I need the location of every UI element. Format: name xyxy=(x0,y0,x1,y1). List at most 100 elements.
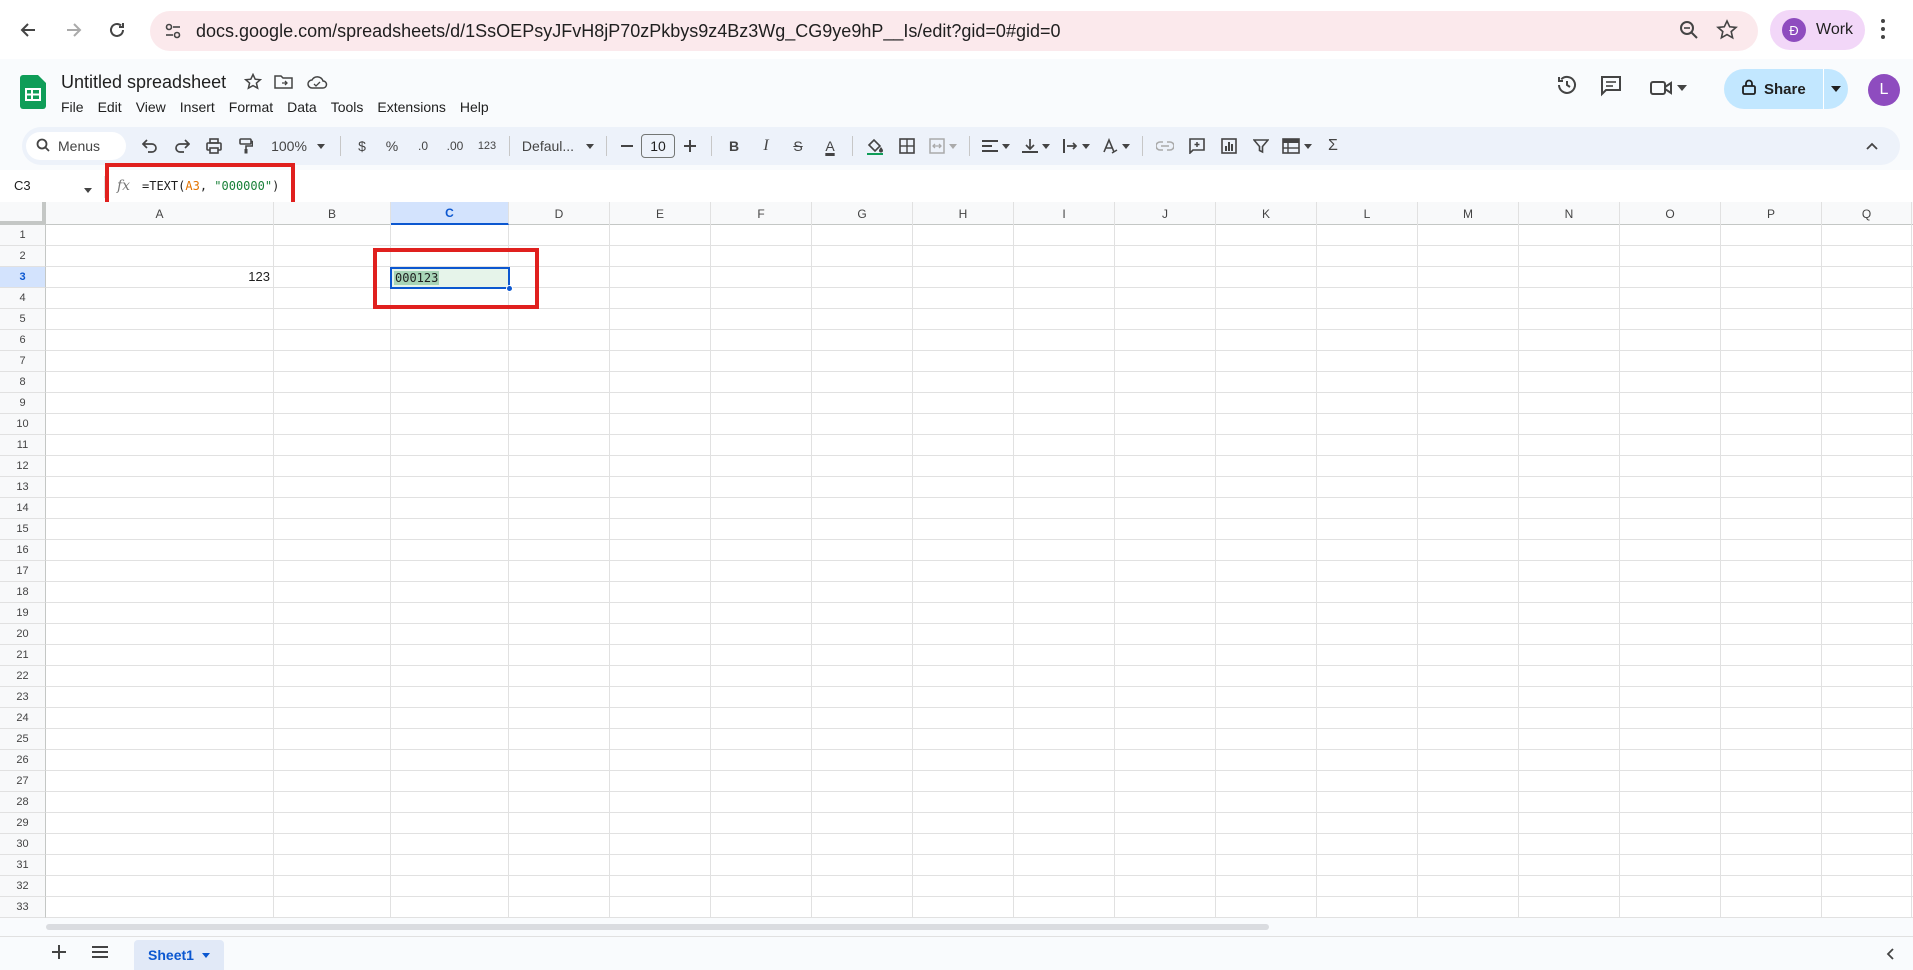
bookmark-star-icon[interactable] xyxy=(1716,19,1738,46)
row-header-17[interactable]: 17 xyxy=(0,561,46,582)
sheet-tab-dropdown-icon[interactable] xyxy=(201,952,210,958)
row-header-20[interactable]: 20 xyxy=(0,624,46,645)
add-sheet-icon[interactable] xyxy=(52,945,66,964)
strikethrough-button[interactable]: S xyxy=(782,132,814,160)
row-header-9[interactable]: 9 xyxy=(0,393,46,414)
horizontal-scrollbar[interactable] xyxy=(46,924,1269,930)
column-header-n[interactable]: N xyxy=(1519,202,1620,225)
decrease-decimal-button[interactable]: .0 xyxy=(407,132,439,160)
spreadsheet-grid[interactable]: ABCDEFGHIJKLMNOPQ 1 2 3 4 5 6 7 8 9 10 11 12 13 14 15 1… xyxy=(0,202,1913,918)
document-title[interactable]: Untitled spreadsheet xyxy=(61,72,226,93)
share-button[interactable]: Share xyxy=(1724,69,1848,109)
row-header-22[interactable]: 22 xyxy=(0,666,46,687)
zoom-select[interactable]: 100% xyxy=(262,132,334,160)
cell-a3[interactable]: 123 xyxy=(240,269,270,284)
insert-comment-icon[interactable] xyxy=(1181,132,1213,160)
cloud-saved-icon[interactable] xyxy=(306,73,328,96)
version-history-icon[interactable] xyxy=(1555,73,1579,102)
star-icon[interactable] xyxy=(243,72,263,96)
forward-icon[interactable] xyxy=(54,10,94,50)
zoom-icon[interactable] xyxy=(1678,19,1700,46)
column-header-q[interactable]: Q xyxy=(1822,202,1912,225)
menu-help[interactable]: Help xyxy=(460,97,497,117)
increase-decimal-button[interactable]: .00 xyxy=(439,132,471,160)
comments-icon[interactable] xyxy=(1599,73,1623,102)
name-box-dropdown-icon[interactable] xyxy=(84,180,92,198)
column-header-g[interactable]: G xyxy=(812,202,913,225)
text-color-button[interactable]: A xyxy=(814,132,846,160)
increase-font-size-icon[interactable] xyxy=(675,132,705,160)
column-header-i[interactable]: I xyxy=(1014,202,1115,225)
row-header-14[interactable]: 14 xyxy=(0,498,46,519)
column-header-o[interactable]: O xyxy=(1620,202,1721,225)
side-panel-toggle-icon[interactable] xyxy=(1886,947,1894,965)
vertical-align-icon[interactable] xyxy=(1016,132,1056,160)
sheets-logo-icon[interactable] xyxy=(20,75,46,109)
name-box[interactable]: C3 xyxy=(14,178,31,193)
row-header-4[interactable]: 4 xyxy=(0,288,46,309)
row-header-11[interactable]: 11 xyxy=(0,435,46,456)
column-header-p[interactable]: P xyxy=(1721,202,1822,225)
row-header-23[interactable]: 23 xyxy=(0,687,46,708)
insert-link-icon[interactable] xyxy=(1149,132,1181,160)
profile-button[interactable]: Đ Work xyxy=(1770,10,1865,50)
row-header-26[interactable]: 26 xyxy=(0,750,46,771)
column-header-h[interactable]: H xyxy=(913,202,1014,225)
menu-extensions[interactable]: Extensions xyxy=(377,97,453,117)
reload-icon[interactable] xyxy=(97,10,137,50)
row-header-7[interactable]: 7 xyxy=(0,351,46,372)
horizontal-align-icon[interactable] xyxy=(976,132,1016,160)
filter-icon[interactable] xyxy=(1245,132,1277,160)
percent-format-button[interactable]: % xyxy=(377,132,407,160)
column-header-l[interactable]: L xyxy=(1317,202,1418,225)
fill-color-icon[interactable] xyxy=(859,132,891,160)
search-menus-button[interactable]: Menus xyxy=(26,132,126,160)
table-view-icon[interactable] xyxy=(1277,132,1317,160)
merge-cells-icon[interactable] xyxy=(923,132,963,160)
decrease-font-size-icon[interactable] xyxy=(613,132,641,160)
collapse-toolbar-icon[interactable] xyxy=(1860,132,1884,160)
column-header-e[interactable]: E xyxy=(610,202,711,225)
row-header-19[interactable]: 19 xyxy=(0,603,46,624)
address-bar[interactable]: docs.google.com/spreadsheets/d/1SsOEPsyJ… xyxy=(150,11,1758,51)
row-header-1[interactable]: 1 xyxy=(0,225,46,246)
row-header-2[interactable]: 2 xyxy=(0,246,46,267)
row-header-6[interactable]: 6 xyxy=(0,330,46,351)
site-info-icon[interactable] xyxy=(164,22,182,45)
row-header-18[interactable]: 18 xyxy=(0,582,46,603)
row-header-31[interactable]: 31 xyxy=(0,855,46,876)
menu-tools[interactable]: Tools xyxy=(331,97,372,117)
functions-button[interactable]: Σ xyxy=(1317,132,1349,160)
row-header-3[interactable]: 3 xyxy=(0,267,46,288)
row-header-13[interactable]: 13 xyxy=(0,477,46,498)
row-header-27[interactable]: 27 xyxy=(0,771,46,792)
text-rotation-icon[interactable] xyxy=(1096,132,1136,160)
menu-insert[interactable]: Insert xyxy=(180,97,223,117)
move-folder-icon[interactable] xyxy=(274,73,294,96)
menu-edit[interactable]: Edit xyxy=(98,97,130,117)
row-header-12[interactable]: 12 xyxy=(0,456,46,477)
select-all-corner[interactable] xyxy=(0,202,46,225)
row-header-25[interactable]: 25 xyxy=(0,729,46,750)
meet-icon[interactable] xyxy=(1649,78,1687,98)
browser-menu-icon[interactable] xyxy=(1880,18,1886,45)
share-dropdown-icon[interactable] xyxy=(1824,86,1848,92)
all-sheets-icon[interactable] xyxy=(92,945,108,964)
menu-data[interactable]: Data xyxy=(287,97,325,117)
sheet-tab[interactable]: Sheet1 xyxy=(134,940,224,970)
column-header-m[interactable]: M xyxy=(1418,202,1519,225)
row-header-30[interactable]: 30 xyxy=(0,834,46,855)
row-header-29[interactable]: 29 xyxy=(0,813,46,834)
row-header-28[interactable]: 28 xyxy=(0,792,46,813)
row-header-5[interactable]: 5 xyxy=(0,309,46,330)
row-header-24[interactable]: 24 xyxy=(0,708,46,729)
print-icon[interactable] xyxy=(198,132,230,160)
currency-format-button[interactable]: $ xyxy=(347,132,377,160)
row-header-16[interactable]: 16 xyxy=(0,540,46,561)
column-header-a[interactable]: A xyxy=(46,202,274,225)
user-avatar[interactable]: L xyxy=(1868,74,1900,106)
menu-view[interactable]: View xyxy=(136,97,174,117)
column-header-c[interactable]: C xyxy=(391,202,509,225)
font-size-input[interactable]: 10 xyxy=(641,134,675,158)
row-header-32[interactable]: 32 xyxy=(0,876,46,897)
